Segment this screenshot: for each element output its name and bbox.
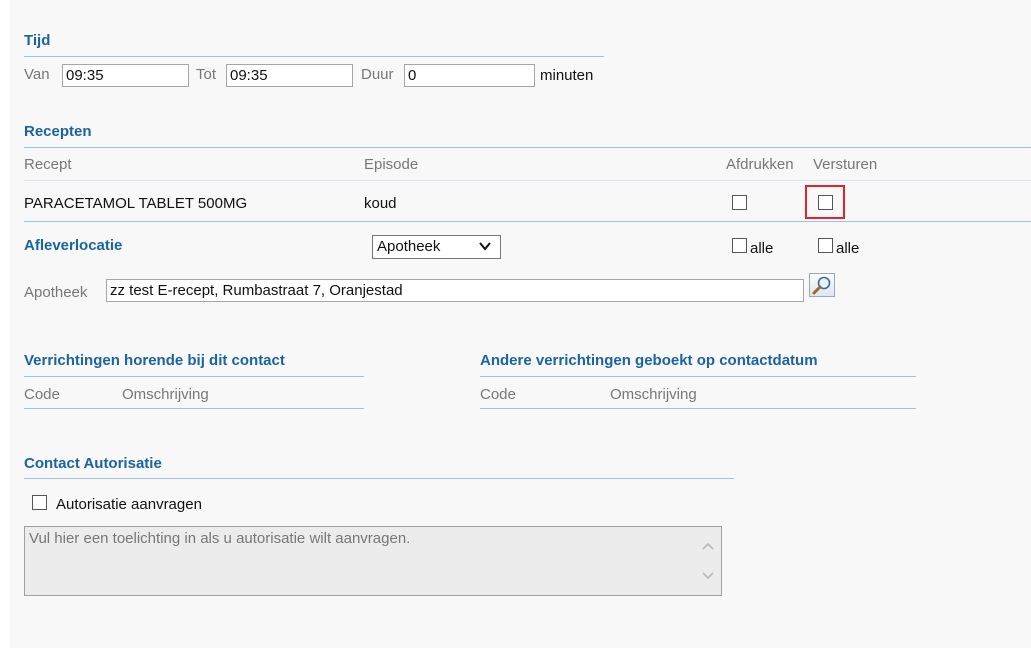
afdrukken-all-label: alle — [750, 240, 774, 257]
andere-col-code: Code — [480, 386, 516, 403]
verrichtingen-col-code: Code — [24, 386, 60, 403]
afleverlocatie-title: Afleverlocatie — [24, 237, 123, 254]
search-icon — [812, 276, 831, 295]
autorisatie-title: Contact Autorisatie — [24, 455, 162, 472]
recept-name: PARACETAMOL TABLET 500MG — [24, 195, 248, 212]
scroll-down-icon[interactable] — [701, 571, 715, 581]
duur-label: Duur — [361, 66, 394, 83]
recepten-rule — [24, 147, 1031, 148]
verrichtingen-title: Verrichtingen horende bij dit contact — [24, 352, 285, 369]
andere-col-omschrijving: Omschrijving — [610, 386, 697, 403]
autorisatie-textarea[interactable]: Vul hier een toelichting in als u autori… — [24, 526, 722, 596]
afleverlocatie-select-value: Apotheek — [377, 238, 441, 255]
andere-verrichtingen-rule — [480, 376, 916, 377]
tijd-title: Tijd — [24, 32, 51, 49]
tijd-rule — [24, 56, 604, 57]
col-recept: Recept — [24, 156, 72, 173]
autorisatie-checkbox[interactable] — [32, 495, 47, 510]
verrichtingen-header-rule — [24, 408, 364, 409]
apotheek-label: Apotheek — [24, 284, 88, 301]
col-afdrukken: Afdrukken — [726, 156, 794, 173]
van-label: Van — [24, 66, 50, 83]
scroll-up-icon[interactable] — [701, 541, 715, 551]
andere-header-rule — [480, 408, 916, 409]
recepten-title: Recepten — [24, 123, 92, 140]
andere-verrichtingen-title: Andere verrichtingen geboekt op contactd… — [480, 352, 818, 369]
autorisatie-checkbox-label: Autorisatie aanvragen — [56, 496, 202, 513]
tot-label: Tot — [196, 66, 217, 83]
recepten-header-rule — [24, 180, 1031, 181]
apotheek-search-button[interactable] — [809, 273, 835, 297]
highlight-box — [805, 185, 845, 219]
col-episode: Episode — [364, 156, 419, 173]
duur-unit: minuten — [540, 67, 594, 84]
apotheek-input[interactable]: zz test E-recept, Rumbastraat 7, Oranjes… — [106, 279, 804, 302]
afleverlocatie-select[interactable]: Apotheek — [372, 235, 501, 259]
versturen-all-checkbox[interactable] — [818, 238, 833, 253]
verrichtingen-rule — [24, 376, 364, 377]
tot-input[interactable]: 09:35 — [226, 64, 353, 87]
autorisatie-textarea-placeholder: Vul hier een toelichting in als u autori… — [29, 530, 411, 547]
chevron-down-icon — [479, 242, 491, 251]
autorisatie-rule — [24, 478, 734, 479]
col-versturen: Versturen — [813, 156, 878, 173]
form-panel: Tijd Van 09:35 Tot 09:35 Duur 0 minuten … — [10, 0, 1031, 648]
versturen-all-label: alle — [836, 240, 860, 257]
recepten-row-rule — [24, 221, 1031, 222]
verrichtingen-col-omschrijving: Omschrijving — [122, 386, 209, 403]
afdrukken-checkbox[interactable] — [732, 195, 747, 210]
van-input[interactable]: 09:35 — [62, 64, 189, 87]
afdrukken-all-checkbox[interactable] — [732, 238, 747, 253]
duur-input[interactable]: 0 — [404, 64, 535, 87]
recept-episode: koud — [364, 195, 397, 212]
